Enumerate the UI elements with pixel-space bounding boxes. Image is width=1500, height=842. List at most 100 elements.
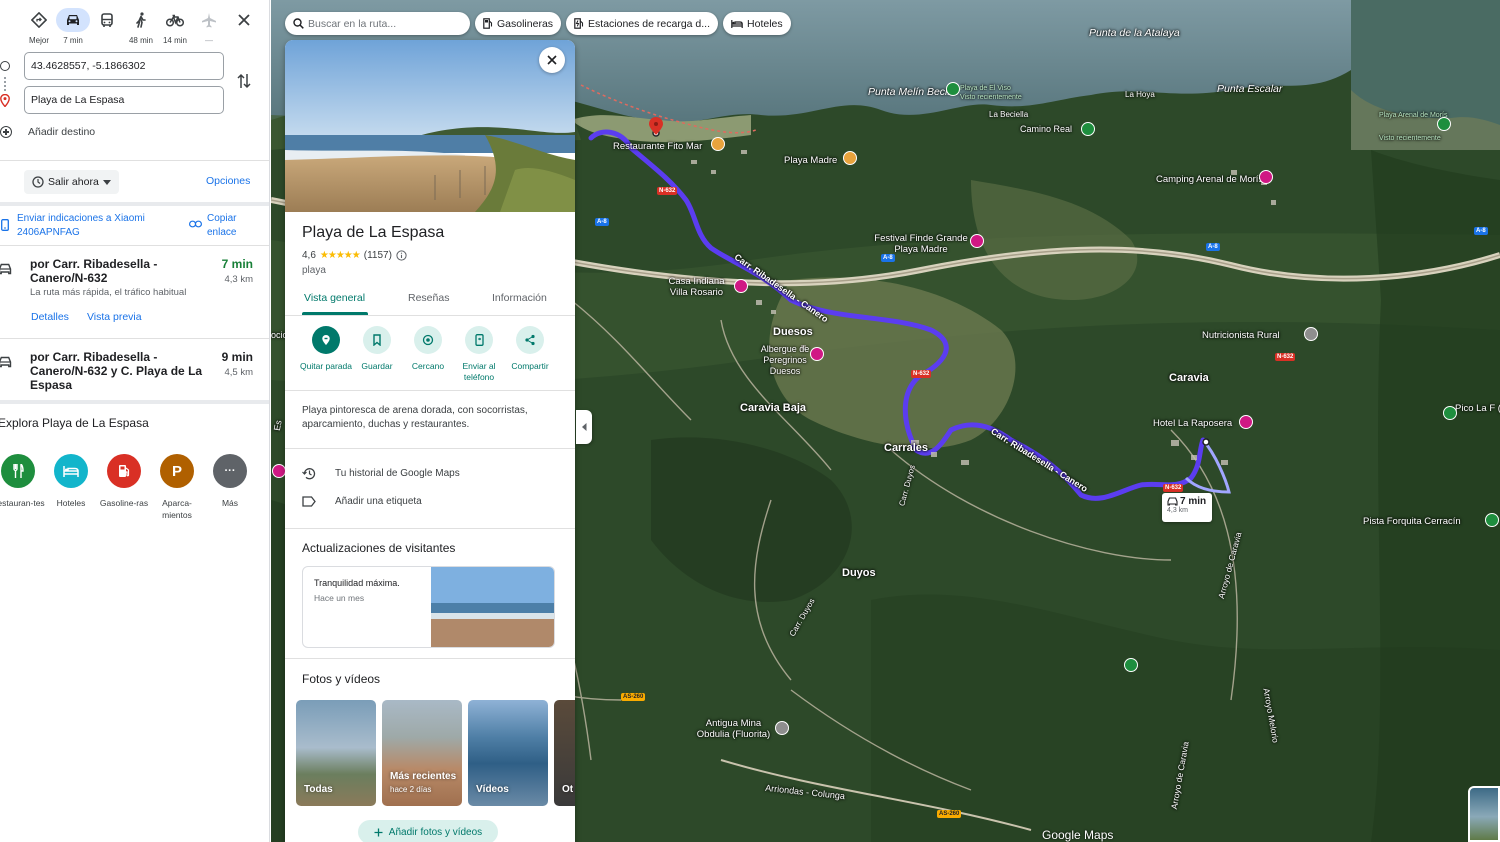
- info-icon[interactable]: [396, 250, 407, 261]
- layers-thumbnail[interactable]: [1468, 786, 1500, 842]
- route-search-input[interactable]: Buscar en la ruta...: [285, 12, 470, 35]
- plus-icon: [374, 828, 383, 836]
- visitor-update-card[interactable]: Tranquilidad máxima. Hace un mes: [302, 566, 555, 648]
- mode-bike[interactable]: 14 min: [158, 8, 192, 45]
- best-route-icon: [22, 8, 56, 32]
- close-place-button[interactable]: [539, 47, 565, 73]
- category-more[interactable]: ··· Más: [202, 454, 258, 509]
- depart-time-dropdown[interactable]: Salir ahora: [24, 170, 119, 194]
- send-to-device-link[interactable]: Enviar indicaciones a Xiaomi 2406APNFAG: [17, 212, 167, 240]
- mode-label: Mejor: [28, 36, 49, 45]
- swap-button[interactable]: [236, 72, 254, 90]
- photo-tile[interactable]: Vídeos: [468, 700, 548, 806]
- map-label[interactable]: Antigua Mina Obdulia (Fluorita): [691, 718, 776, 740]
- beach-pin-icon[interactable]: [843, 151, 857, 165]
- nearby-button[interactable]: Cercano: [402, 326, 454, 372]
- map-label[interactable]: Nutricionista Rural: [1202, 330, 1280, 341]
- preview-link[interactable]: Vista previa: [87, 311, 142, 323]
- save-button[interactable]: Guardar: [351, 326, 403, 372]
- update-photo: [431, 567, 554, 647]
- bubble-time: 7 min: [1167, 496, 1207, 507]
- camping-pin-icon[interactable]: [1259, 170, 1273, 184]
- event-pin-icon[interactable]: [970, 234, 984, 248]
- category-parking[interactable]: P Aparca-mientos: [149, 454, 205, 521]
- photo-tile[interactable]: Ot: [554, 700, 575, 806]
- map-topbar: Buscar en la ruta... Gasolineras Estacio…: [285, 12, 791, 35]
- category-hotels[interactable]: Hoteles: [43, 454, 99, 509]
- mode-best[interactable]: Mejor: [22, 8, 56, 45]
- chip-hotels[interactable]: Hoteles: [723, 12, 791, 35]
- add-label-row[interactable]: Añadir una etiqueta: [302, 496, 422, 507]
- park-pin-icon[interactable]: [1124, 658, 1138, 672]
- mode-car[interactable]: 7 min: [56, 8, 90, 45]
- map-label[interactable]: Pista Forquita Cerracín: [1363, 516, 1461, 527]
- mode-transit[interactable]: [90, 8, 124, 36]
- options-link[interactable]: Opciones: [206, 175, 250, 187]
- beach-pin-icon[interactable]: [1437, 117, 1451, 131]
- photo-tile[interactable]: Más recientes hace 2 días: [382, 700, 462, 806]
- beach-pin-icon[interactable]: [946, 82, 960, 96]
- hotel-pin-icon[interactable]: [1239, 415, 1253, 429]
- car-icon: [0, 263, 12, 275]
- chip-gas-stations[interactable]: Gasolineras: [475, 12, 562, 35]
- map-label[interactable]: Pico La F (358 m): [1455, 403, 1500, 414]
- park-pin-icon[interactable]: [1081, 122, 1095, 136]
- peak-pin-icon[interactable]: [1443, 406, 1457, 420]
- category-restaurants[interactable]: Restauran-tes: [0, 454, 46, 509]
- close-icon: [238, 14, 250, 26]
- mode-walk[interactable]: 48 min: [124, 8, 158, 45]
- route-time-bubble[interactable]: 7 min 4,3 km: [1162, 493, 1212, 522]
- divider: [285, 658, 575, 659]
- add-photos-button[interactable]: Añadir fotos y vídeos: [358, 820, 498, 842]
- collapse-panel-button[interactable]: [576, 410, 592, 444]
- car-icon: [0, 356, 12, 368]
- map-label[interactable]: Camping Arenal de Morís: [1156, 174, 1263, 185]
- photo-tile[interactable]: Todas: [296, 700, 376, 806]
- route-time: 7 min: [221, 257, 253, 271]
- restaurant-pin-icon[interactable]: [711, 137, 725, 151]
- tab-reviews[interactable]: Reseñas: [408, 292, 449, 304]
- mode-flight[interactable]: —: [192, 8, 226, 45]
- copy-link-button[interactable]: Copiar enlace: [207, 212, 257, 240]
- map-label[interactable]: Albergue de Peregrinos Duesos: [750, 344, 820, 377]
- destination-input[interactable]: Playa de La Espasa: [24, 86, 224, 114]
- tab-overview[interactable]: Vista general: [304, 292, 365, 304]
- photo-label: Ot: [562, 784, 574, 795]
- map-label[interactable]: Hotel La Raposera: [1153, 418, 1232, 429]
- bookmark-icon: [363, 326, 391, 354]
- route-option-1[interactable]: por Carr. Ribadesella - Canero/N-632 7 m…: [0, 257, 269, 337]
- hostel-pin-icon[interactable]: [810, 347, 824, 361]
- review-count[interactable]: (1157): [364, 250, 392, 261]
- category-gas-stations[interactable]: Gasoline-ras: [96, 454, 152, 509]
- shop-pin-icon[interactable]: [1304, 327, 1318, 341]
- share-button[interactable]: Compartir: [504, 326, 556, 372]
- place-hero-photo[interactable]: [285, 40, 575, 212]
- trail-pin-icon[interactable]: [1485, 513, 1499, 527]
- chip-label: Gasolineras: [497, 17, 554, 30]
- details-link[interactable]: Detalles: [31, 311, 69, 323]
- add-destination-button[interactable]: Añadir destino: [0, 126, 95, 138]
- chip-label: Estaciones de recarga d...: [588, 17, 711, 30]
- history-icon: [302, 468, 316, 480]
- landmark-pin-icon[interactable]: [734, 279, 748, 293]
- tab-info[interactable]: Información: [492, 292, 547, 304]
- send-to-phone-button[interactable]: Enviar al teléfono: [453, 326, 505, 383]
- chip-charging-stations[interactable]: Estaciones de recarga d...: [566, 12, 719, 35]
- map-label[interactable]: Restaurante Fito Mar: [613, 141, 702, 152]
- close-directions-button[interactable]: [234, 10, 254, 30]
- place-rating: 4,6 ★★★★★ (1157): [302, 250, 407, 261]
- route-option-2[interactable]: por Carr. Ribadesella - Canero/N-632 y C…: [0, 350, 269, 394]
- poi-pin-icon[interactable]: [272, 464, 286, 478]
- map-label[interactable]: Festival Finde Grande Playa Madre: [871, 233, 971, 255]
- nearby-icon: [414, 326, 442, 354]
- route-subtitle: La ruta más rápida, el tráfico habitual: [30, 287, 187, 298]
- place-type[interactable]: playa: [302, 265, 326, 276]
- landmark-pin-icon[interactable]: [775, 721, 789, 735]
- origin-input[interactable]: 43.4628557, -5.1866302: [24, 52, 224, 80]
- map-label[interactable]: Casa Indiana Villa Rosario: [664, 276, 729, 298]
- map-label[interactable]: Playa Madre: [784, 155, 837, 166]
- remove-stop-button[interactable]: Quitar parada: [300, 326, 352, 372]
- maps-history-row[interactable]: Tu historial de Google Maps: [302, 467, 460, 480]
- label-icon: [302, 496, 316, 507]
- car-icon: [56, 8, 90, 32]
